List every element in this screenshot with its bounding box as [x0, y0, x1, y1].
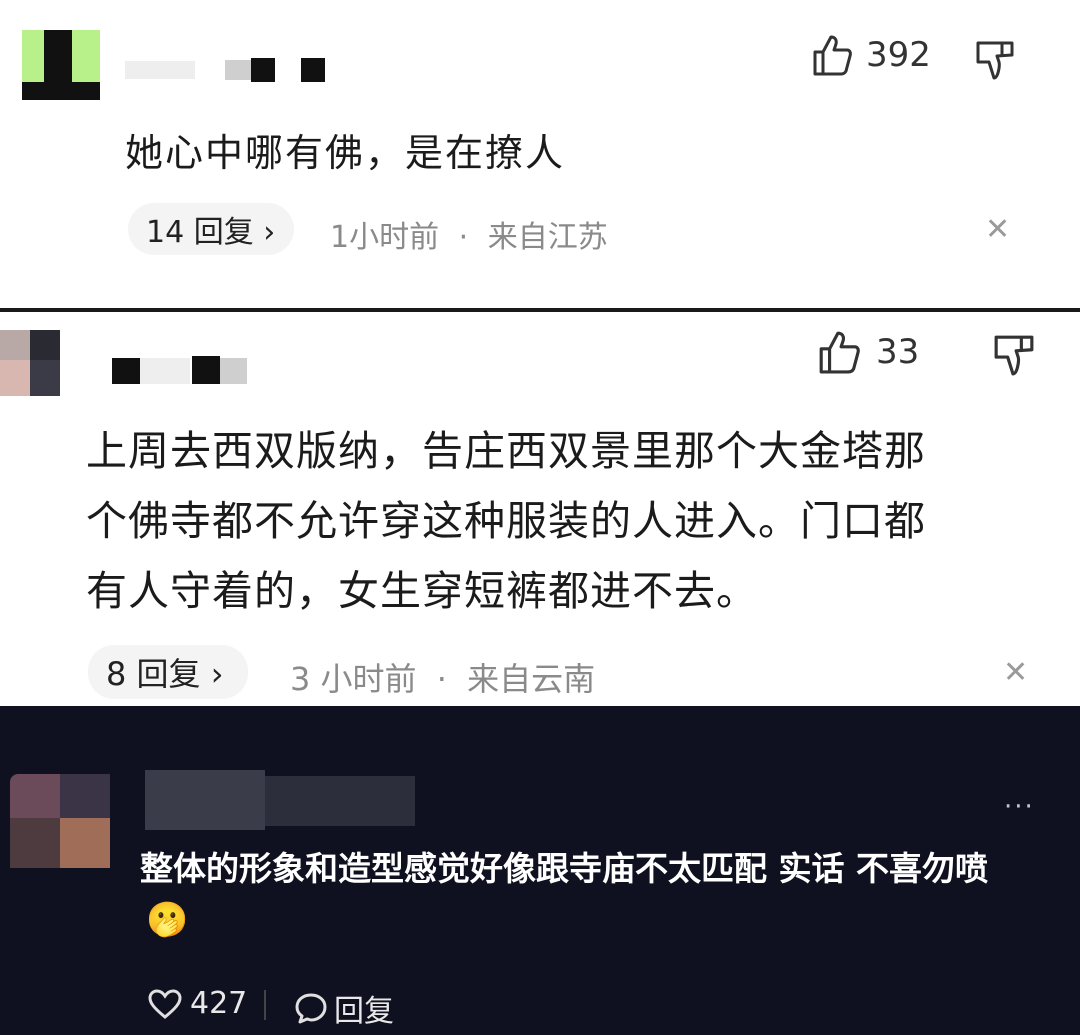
- comment-meta: 3 小时前 · 来自云南: [290, 654, 595, 700]
- footer-divider: [264, 990, 266, 1020]
- heart-icon: [148, 988, 182, 1019]
- timestamp: 3 小时前: [290, 660, 417, 698]
- reply-button[interactable]: 回复: [294, 986, 394, 1030]
- like-count: 33: [876, 332, 920, 372]
- thumbs-down-icon: [975, 40, 1015, 80]
- emoji: 🫢: [146, 900, 189, 940]
- thumbs-up-icon: [812, 34, 852, 76]
- replies-button[interactable]: 14 回复 ›: [128, 203, 294, 255]
- location: 来自云南: [467, 660, 596, 698]
- comment-text: 她心中哪有佛，是在撩人: [125, 131, 566, 175]
- like-button[interactable]: 33: [818, 330, 919, 374]
- timestamp: 1小时前: [330, 220, 440, 255]
- more-icon[interactable]: ···: [1004, 792, 1035, 822]
- meta-separator: ·: [458, 220, 469, 255]
- close-icon[interactable]: ✕: [1003, 658, 1028, 688]
- replies-button[interactable]: 8 回复 ›: [88, 645, 248, 699]
- like-count: 427: [190, 986, 248, 1021]
- like-button[interactable]: 392: [812, 34, 931, 76]
- thumbs-up-icon: [818, 330, 860, 374]
- reply-label: 回复: [334, 994, 394, 1029]
- username-redacted[interactable]: [125, 58, 325, 82]
- replies-label: 8 回复 ›: [106, 655, 224, 693]
- comment-line: 有人守着的，女生穿短裤都进不去。: [86, 567, 758, 615]
- meta-separator: ·: [436, 660, 447, 698]
- like-count: 392: [866, 35, 931, 75]
- comment-line: 上周去西双版纳，告庄西双景里那个大金塔那: [86, 427, 926, 475]
- username-redacted[interactable]: [112, 356, 247, 384]
- comment-text: 整体的形象和造型感觉好像跟寺庙不太匹配 实话 不喜勿喷: [140, 846, 988, 892]
- comment-bubble-icon: [294, 992, 328, 1024]
- comment-text: 上周去西双版纳，告庄西双景里那个大金塔那 个佛寺都不允许穿这种服装的人进入。门口…: [86, 416, 926, 626]
- avatar[interactable]: [22, 30, 100, 100]
- like-button[interactable]: 427: [148, 986, 247, 1021]
- dislike-button[interactable]: [975, 40, 1015, 80]
- close-icon[interactable]: ✕: [985, 215, 1010, 245]
- comment-line: 个佛寺都不允许穿这种服装的人进入。门口都: [86, 497, 926, 545]
- username-redacted[interactable]: [145, 770, 415, 830]
- replies-label: 14 回复 ›: [146, 215, 276, 250]
- comment-meta: 1小时前 · 来自江苏: [330, 212, 608, 256]
- comment-card-3: ··· 整体的形象和造型感觉好像跟寺庙不太匹配 实话 不喜勿喷 🫢 427 回复: [0, 706, 1080, 1035]
- comment-card-2: 33 上周去西双版纳，告庄西双景里那个大金塔那 个佛寺都不允许穿这种服装的人进入…: [0, 312, 1080, 706]
- comment-line: 整体的形象和造型感觉好像跟寺庙不太匹配 实话 不喜勿喷: [140, 849, 988, 888]
- avatar[interactable]: [0, 766, 120, 876]
- thumbs-down-icon: [993, 334, 1035, 376]
- avatar[interactable]: [0, 330, 60, 396]
- dislike-button[interactable]: [993, 334, 1035, 376]
- location: 来自江苏: [487, 220, 608, 255]
- comment-card-1: 392 她心中哪有佛，是在撩人 14 回复 › 1小时前 · 来自江苏 ✕: [0, 0, 1080, 308]
